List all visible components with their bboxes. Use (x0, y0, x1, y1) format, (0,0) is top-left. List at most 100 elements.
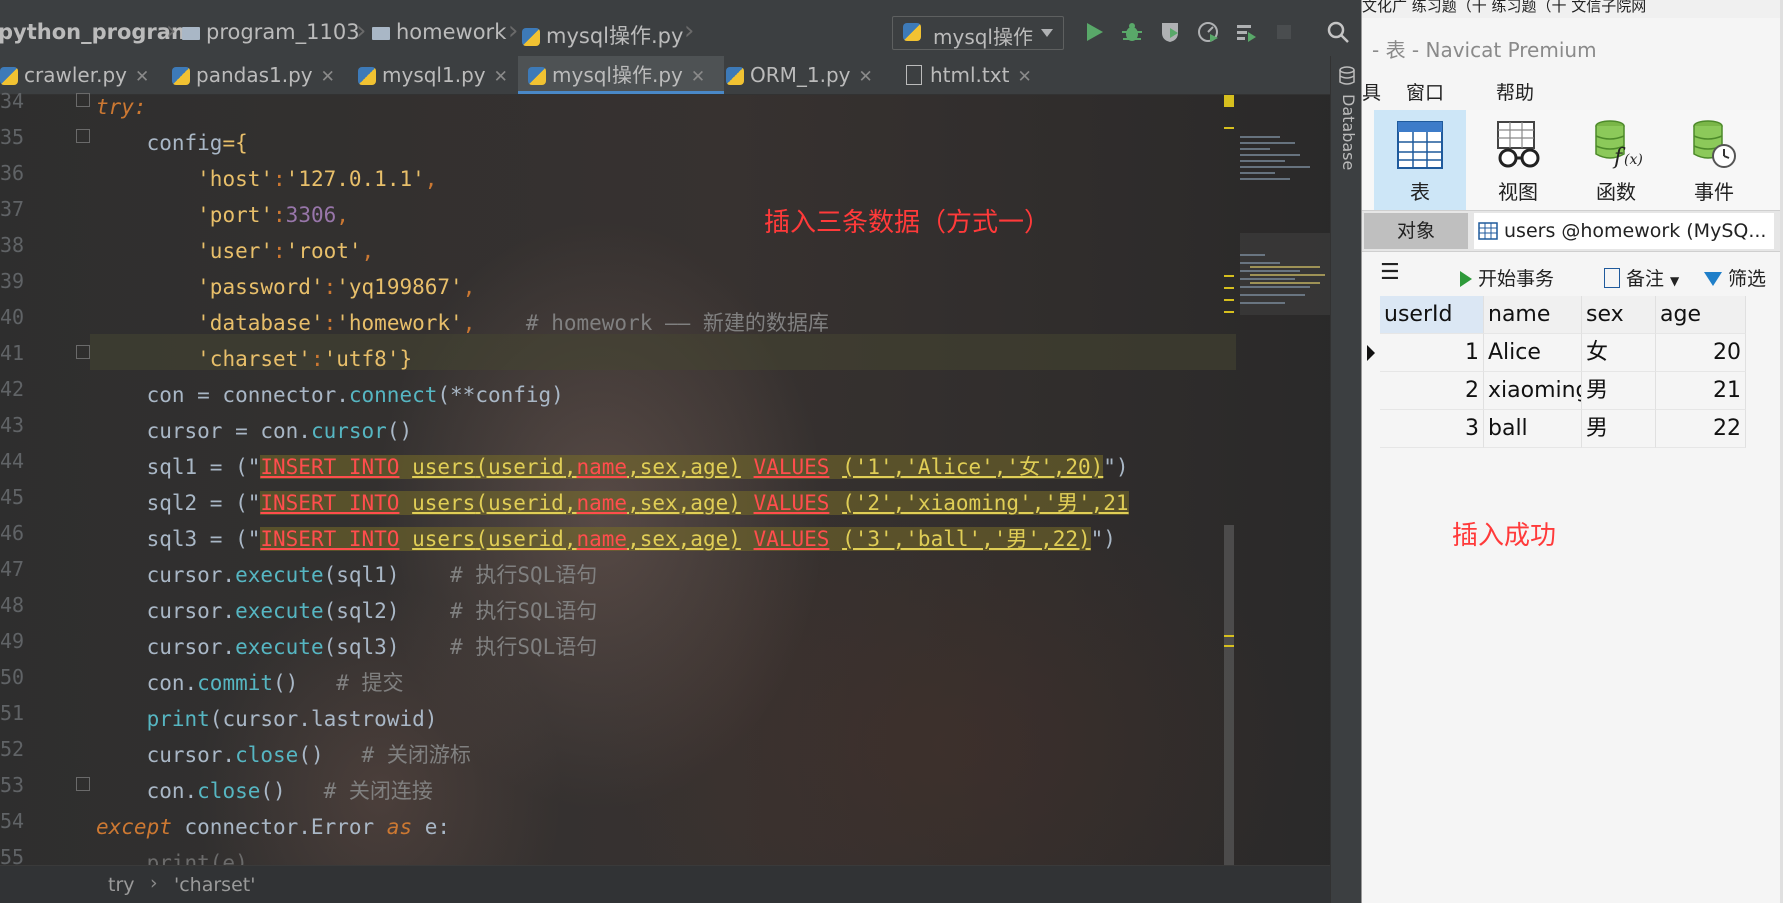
code-line-50: con.commit() # 提交 (146, 671, 404, 695)
close-icon[interactable]: ✕ (859, 67, 873, 87)
breadcrumb-project[interactable]: python_program (0, 20, 193, 44)
menu-tools[interactable]: 具 (1362, 78, 1381, 105)
python-file-icon (726, 67, 744, 85)
debug-icon[interactable] (1120, 20, 1144, 44)
close-icon[interactable]: ✕ (494, 67, 508, 87)
line-number: 49 (0, 629, 25, 653)
breadcrumb-try[interactable]: try (108, 874, 135, 896)
ribbon-function-button[interactable]: f (x) 函数 (1570, 110, 1662, 210)
chevron-down-icon: ▼ (1670, 274, 1680, 288)
tab-mysql1[interactable]: mysql1.py ✕ (358, 56, 514, 94)
table-cell[interactable]: xiaoming (1484, 372, 1582, 410)
table-cell[interactable]: 1 (1380, 334, 1484, 372)
profile-icon[interactable] (1196, 20, 1220, 44)
note-icon (1604, 268, 1620, 288)
fold-marker-icon[interactable] (76, 777, 90, 791)
code-minimap[interactable] (1240, 95, 1330, 865)
tab-mysql-operations[interactable]: mysql操作.py ✕ (518, 56, 724, 94)
database-panel-toggle[interactable]: Database (1334, 94, 1358, 170)
close-icon[interactable]: ✕ (135, 67, 149, 87)
line-number: 54 (0, 809, 25, 833)
close-icon[interactable]: ✕ (691, 67, 705, 87)
breadcrumb-folder-program[interactable]: program_1103 (182, 20, 360, 44)
navicat-window: 文化广 练习题（十 练习题（十 文信子院网 - 表 - Navicat Prem… (1361, 0, 1783, 903)
line-number: 53 (0, 773, 25, 797)
fold-marker-icon[interactable] (76, 345, 90, 359)
ribbon-view-button[interactable]: 视图 (1472, 110, 1564, 210)
fold-marker-icon[interactable] (76, 93, 90, 107)
table-cell[interactable]: 女 (1582, 334, 1656, 372)
code-editor[interactable]: try: config={ 'host':'127.0.1.1', 'port'… (96, 95, 1236, 875)
chevron-down-icon (1041, 29, 1053, 37)
column-header-age[interactable]: age (1656, 296, 1746, 334)
table-cell[interactable]: ball (1484, 410, 1582, 448)
code-line-44: sql1 = ("INSERT INTO users(userid,name,s… (146, 455, 1129, 479)
tab-html-txt[interactable]: html.txt ✕ (906, 56, 1036, 94)
coverage-icon[interactable] (1158, 20, 1182, 44)
object-tabs: 对象 users @homework (MySQ... (1362, 210, 1783, 252)
close-icon[interactable]: ✕ (1017, 67, 1031, 87)
code-line-54: except connector.Error as e: (96, 815, 451, 839)
menu-icon[interactable]: ☰ (1380, 260, 1400, 285)
begin-transaction-button[interactable]: 开始事务 (1460, 264, 1554, 291)
table-cell[interactable]: 21 (1656, 372, 1746, 410)
column-header-name[interactable]: name (1484, 296, 1582, 334)
ribbon-toolbar: 表 视图 f (x) 函数 事件 (1362, 110, 1783, 210)
database-icon[interactable] (1338, 66, 1356, 86)
concurrency-icon[interactable] (1234, 20, 1258, 44)
breadcrumb-charset[interactable]: 'charset' (174, 874, 255, 896)
table-cell[interactable]: 3 (1380, 410, 1484, 448)
line-number-gutter: 34 35 36 37 38 39 40 41 42 43 44 45 46 4… (0, 89, 90, 869)
python-file-icon (528, 67, 546, 85)
run-configuration-select[interactable]: mysql操作 (892, 16, 1064, 50)
stop-icon[interactable] (1272, 20, 1296, 44)
tool-window-strip: Database (1330, 56, 1361, 903)
tab-users-table[interactable]: users @homework (MySQ... (1474, 213, 1774, 249)
view-icon (1497, 121, 1540, 168)
tab-objects[interactable]: 对象 (1364, 213, 1468, 249)
run-icon[interactable] (1082, 20, 1106, 44)
code-line-46: sql3 = ("INSERT INTO users(userid,name,s… (146, 527, 1116, 551)
table-cell[interactable]: 男 (1582, 372, 1656, 410)
fold-marker-icon[interactable] (76, 129, 90, 143)
menu-help[interactable]: 帮助 (1496, 78, 1534, 105)
search-icon[interactable] (1326, 20, 1350, 44)
code-line-49: cursor.execute(sql3) # 执行SQL语句 (146, 635, 598, 659)
table-cell[interactable]: 男 (1582, 410, 1656, 448)
line-number: 48 (0, 593, 25, 617)
editor-scrollbar[interactable] (1224, 95, 1234, 865)
menu-bar: 具 窗口 帮助 (1362, 78, 1783, 110)
pycharm-window: python_program › program_1103 › homework… (0, 0, 1361, 903)
column-header-sex[interactable]: sex (1582, 296, 1656, 334)
data-toolbar: ☰ 开始事务 备注 ▼ 筛选 (1362, 252, 1783, 300)
python-file-icon (172, 67, 190, 85)
breadcrumb-folder-homework[interactable]: homework (372, 20, 506, 44)
python-file-icon (358, 67, 376, 85)
tab-pandas1[interactable]: pandas1.py ✕ (172, 56, 356, 94)
table-cell[interactable]: Alice (1484, 334, 1582, 372)
column-header-userid[interactable]: userId (1380, 296, 1484, 334)
table-cell[interactable]: 20 (1656, 334, 1746, 372)
line-number: 50 (0, 665, 25, 689)
ribbon-table-button[interactable]: 表 (1374, 110, 1466, 210)
code-line-43: cursor = con.cursor() (146, 419, 413, 443)
line-number: 41 (0, 341, 25, 365)
filter-button[interactable]: 筛选 (1704, 264, 1766, 291)
code-structure-breadcrumb: try › 'charset' (0, 865, 1330, 903)
breadcrumb-file[interactable]: mysql操作.py (522, 20, 683, 50)
note-button[interactable]: 备注 ▼ (1604, 264, 1679, 291)
current-row-indicator-icon (1367, 345, 1375, 361)
code-line-40: 'database':'homework', # homework —— 新建的… (197, 311, 829, 335)
browser-tabs-strip: 文化广 练习题（十 练习题（十 文信子院网 (1362, 0, 1783, 18)
code-line-36: 'host':'127.0.1.1', (197, 167, 438, 191)
code-line-52: cursor.close() # 关闭游标 (146, 743, 471, 767)
table-cell[interactable]: 22 (1656, 410, 1746, 448)
ribbon-event-button[interactable]: 事件 (1668, 110, 1760, 210)
tab-orm1[interactable]: ORM_1.py ✕ (726, 56, 882, 94)
code-line-35: config={ (146, 131, 248, 155)
table-cell[interactable]: 2 (1380, 372, 1484, 410)
line-number: 45 (0, 485, 25, 509)
menu-window[interactable]: 窗口 (1406, 78, 1444, 105)
close-icon[interactable]: ✕ (321, 67, 335, 87)
python-file-icon (0, 67, 18, 85)
